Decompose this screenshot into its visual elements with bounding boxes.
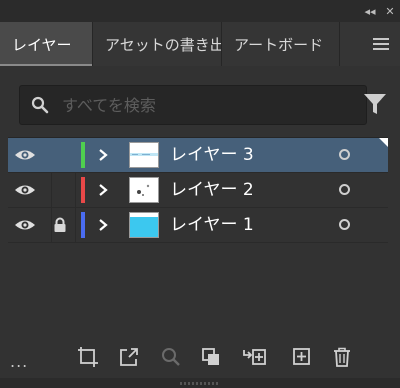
selection-corner-indicator: [379, 138, 388, 147]
filter-icon[interactable]: [362, 91, 388, 117]
collapse-panel-button[interactable]: ◂◂: [360, 0, 380, 22]
expand-chevron-icon[interactable]: [97, 147, 109, 163]
more-options-button[interactable]: ...: [10, 352, 28, 371]
locate-object-icon[interactable]: [160, 346, 182, 368]
layer-color-indicator: [81, 142, 85, 168]
resize-grip[interactable]: [0, 378, 400, 388]
new-sublayer-icon[interactable]: [243, 346, 266, 368]
layer-thumbnail: [129, 212, 159, 238]
layers-panel: レイヤー 3: [0, 66, 400, 378]
search-box: [19, 85, 367, 125]
visibility-eye-icon[interactable]: [14, 216, 36, 234]
target-circle-icon[interactable]: [339, 149, 350, 160]
target-circle-icon[interactable]: [339, 184, 350, 195]
release-to-layers-icon[interactable]: [118, 346, 140, 368]
tab-bar: レイヤー アセットの書き出し アートボード: [0, 22, 400, 67]
layer-thumbnail: [129, 177, 159, 203]
clipping-mask-icon[interactable]: [200, 346, 222, 368]
panel-footer: ...: [0, 338, 400, 378]
lock-icon[interactable]: [53, 217, 67, 233]
layer-name[interactable]: レイヤー 3: [170, 138, 254, 173]
artboard-export-icon[interactable]: [77, 346, 99, 368]
search-icon: [20, 96, 60, 114]
search-input[interactable]: [60, 94, 366, 116]
hamburger-icon: [373, 38, 389, 40]
tab-artboards[interactable]: アートボード: [222, 22, 340, 66]
layer-row[interactable]: レイヤー 2: [8, 173, 388, 208]
layer-color-indicator: [81, 177, 85, 203]
layers-list: レイヤー 3 レイヤー 2 レイヤー 1: [8, 137, 388, 363]
panel-menu-button[interactable]: [362, 22, 400, 66]
panel-titlebar: ◂◂ ✕: [0, 0, 400, 22]
expand-chevron-icon[interactable]: [97, 182, 109, 198]
layer-row[interactable]: レイヤー 1: [8, 208, 388, 243]
layer-color-indicator: [81, 212, 85, 238]
layer-thumbnail: [129, 142, 159, 168]
target-circle-icon[interactable]: [339, 219, 350, 230]
tab-layers[interactable]: レイヤー: [0, 22, 93, 66]
layer-name[interactable]: レイヤー 1: [170, 208, 254, 243]
visibility-eye-icon[interactable]: [14, 146, 36, 164]
layer-name[interactable]: レイヤー 2: [170, 173, 254, 208]
tab-asset-export[interactable]: アセットの書き出し: [93, 22, 222, 66]
visibility-eye-icon[interactable]: [14, 181, 36, 199]
layer-row[interactable]: レイヤー 3: [8, 138, 388, 173]
delete-icon[interactable]: [331, 346, 353, 368]
close-panel-button[interactable]: ✕: [380, 0, 400, 22]
new-layer-icon[interactable]: [291, 346, 313, 368]
expand-chevron-icon[interactable]: [97, 217, 109, 233]
